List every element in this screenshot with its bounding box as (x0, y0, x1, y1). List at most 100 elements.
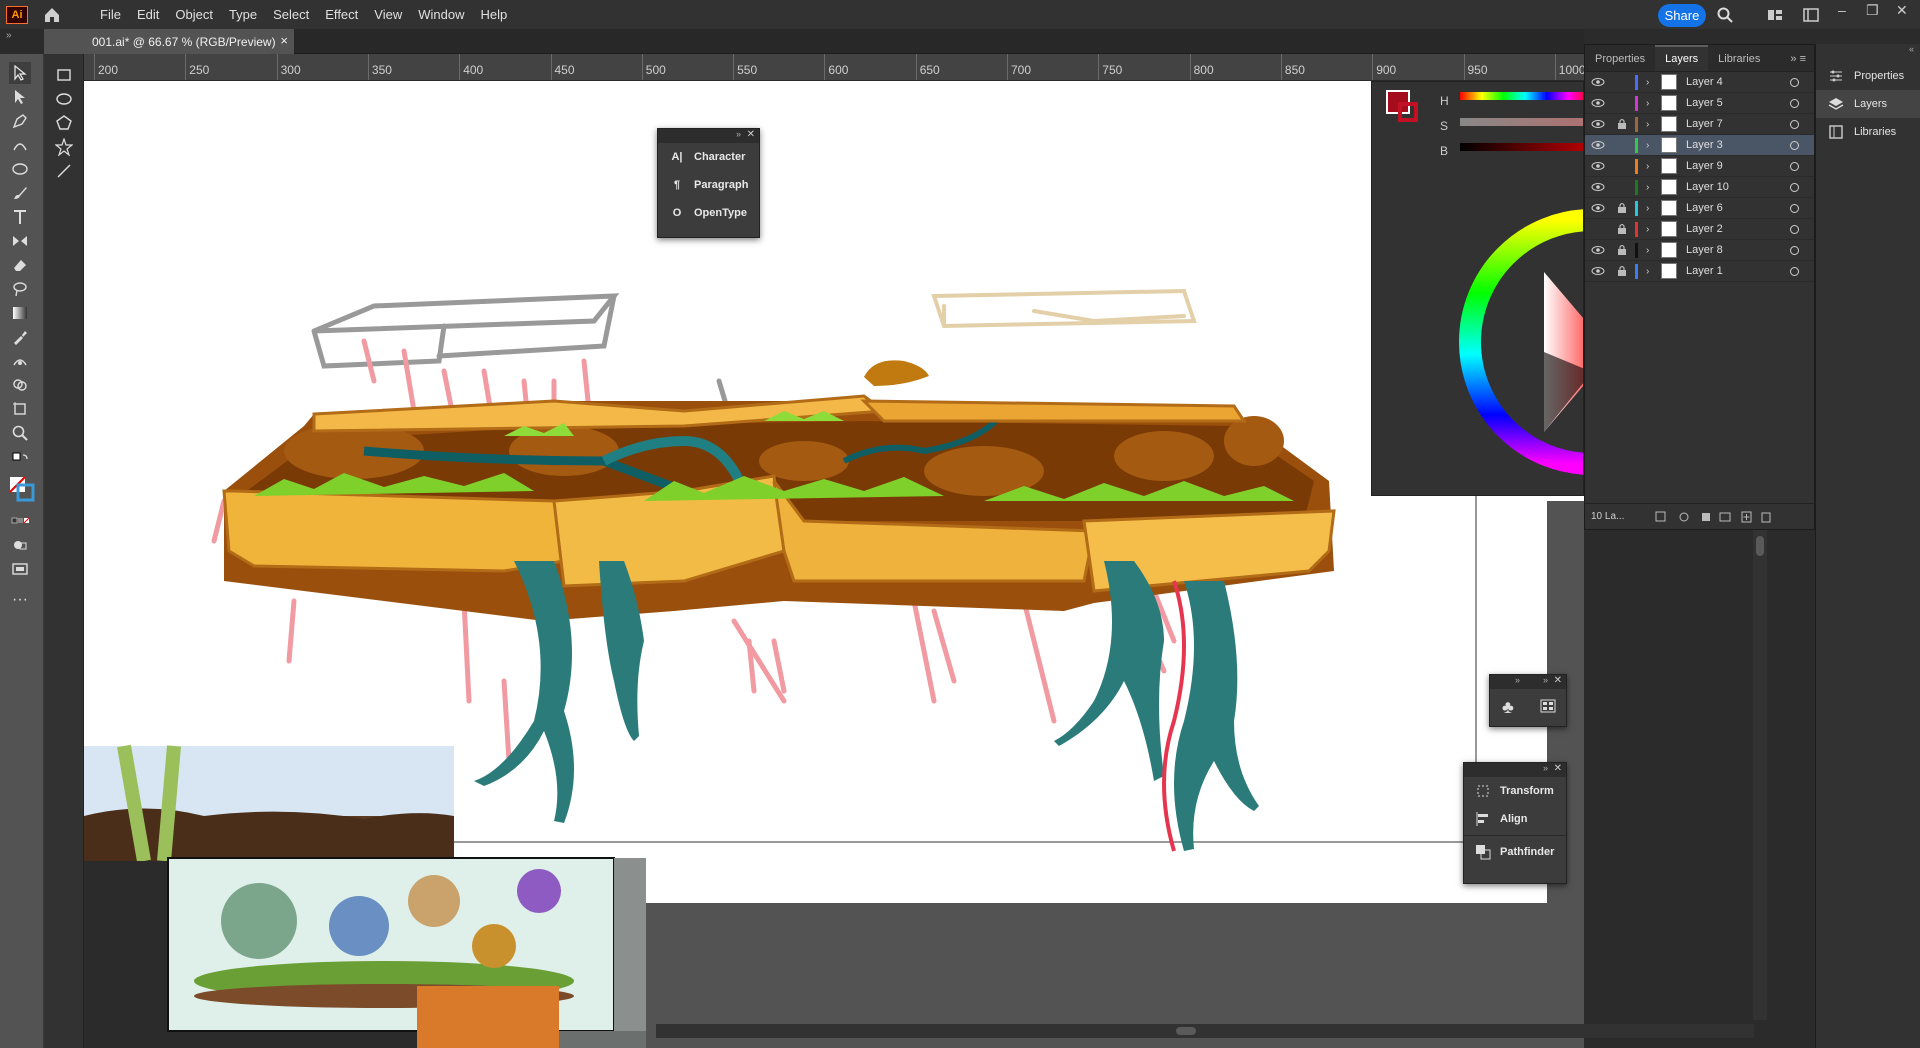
screen-mode-icon[interactable] (9, 558, 31, 580)
character-panel-button[interactable]: A| Character (658, 143, 759, 171)
home-icon[interactable] (42, 5, 62, 25)
collapse-icon[interactable]: » (1543, 763, 1548, 773)
lock-toggle-placeholder[interactable] (1617, 181, 1627, 193)
transform-panel-button[interactable]: Transform (1464, 777, 1566, 805)
lock-icon[interactable] (1617, 244, 1627, 256)
reflect-tool-icon[interactable] (9, 230, 31, 252)
lock-toggle-placeholder[interactable] (1617, 97, 1627, 109)
lock-toggle-placeholder[interactable] (1617, 139, 1627, 151)
symbols-mini-panel-header[interactable]: » » ✕ (1490, 675, 1566, 689)
menu-effect[interactable]: Effect (317, 0, 366, 29)
expand-chevron-icon[interactable]: › (1646, 182, 1649, 193)
blend-tool-icon[interactable] (9, 350, 31, 372)
menu-file[interactable]: File (92, 0, 129, 29)
visibility-eye-icon[interactable] (1591, 244, 1605, 256)
minimize-icon[interactable]: – (1838, 2, 1846, 18)
menu-type[interactable]: Type (221, 0, 265, 29)
workspace-switcher-icon[interactable] (1766, 6, 1784, 24)
share-button[interactable]: Share (1658, 4, 1706, 27)
fill-stroke-swatch-icon[interactable] (9, 476, 35, 502)
pathfinder-panel-button[interactable]: Pathfinder (1464, 838, 1566, 866)
target-circle-icon[interactable] (1790, 183, 1799, 192)
expand-chevron-icon[interactable]: › (1646, 224, 1649, 235)
layer-row[interactable]: › Layer 5 (1585, 93, 1814, 114)
curvature-tool-icon[interactable] (9, 134, 31, 156)
tab-layers[interactable]: Layers (1655, 45, 1709, 71)
vertical-scroll-thumb[interactable] (1756, 536, 1764, 556)
restore-icon[interactable]: ❐ (1866, 2, 1879, 19)
target-circle-icon[interactable] (1790, 120, 1799, 129)
expand-chevron-icon[interactable]: › (1646, 161, 1649, 172)
layer-actions-icons[interactable] (1654, 510, 1774, 524)
shape-builder-tool-icon[interactable] (9, 374, 31, 396)
gradient-tool-icon[interactable] (9, 302, 31, 324)
search-icon[interactable] (1716, 6, 1734, 24)
close-icon[interactable]: ✕ (747, 129, 755, 140)
arrange-documents-icon[interactable] (1802, 6, 1820, 24)
stroke-color-swatch[interactable] (1398, 102, 1418, 122)
align-panel-button[interactable]: Align (1464, 805, 1566, 833)
swap-fill-stroke-icon[interactable] (9, 449, 31, 471)
eraser-tool-icon[interactable] (9, 254, 31, 276)
visibility-eye-icon[interactable] (1591, 181, 1605, 193)
type-tool-icon[interactable] (9, 206, 31, 228)
eyedropper-tool-icon[interactable] (9, 326, 31, 348)
lasso-tool-icon[interactable] (9, 278, 31, 300)
target-circle-icon[interactable] (1790, 267, 1799, 276)
expand-chevron-icon[interactable]: › (1646, 245, 1649, 256)
visibility-eye-icon[interactable] (1591, 265, 1605, 277)
zoom-tool-icon[interactable] (9, 422, 31, 444)
more-tools-icon[interactable]: ··· (9, 589, 31, 611)
expand-chevron-icon[interactable]: › (1646, 203, 1649, 214)
lock-icon[interactable] (1617, 223, 1627, 235)
transform-panel-header[interactable]: » ✕ (1464, 763, 1566, 777)
visibility-eye-icon[interactable] (1591, 202, 1605, 214)
layer-row[interactable]: › Layer 1 (1585, 261, 1814, 282)
lock-icon[interactable] (1617, 202, 1627, 214)
menu-object[interactable]: Object (167, 0, 221, 29)
lock-icon[interactable] (1617, 118, 1627, 130)
expand-chevron-icon[interactable]: › (1646, 140, 1649, 151)
collapse-dock-icon[interactable]: « (1816, 44, 1920, 54)
panel-menu-icon[interactable]: » ≡ (1790, 47, 1806, 71)
paragraph-panel-button[interactable]: ¶ Paragraph (658, 171, 759, 199)
visibility-eye-icon[interactable] (1591, 118, 1605, 130)
horizontal-scrollbar[interactable] (656, 1024, 1754, 1038)
hue-slider[interactable] (1460, 92, 1583, 100)
document-tab[interactable]: 001.ai* @ 66.67 % (RGB/Preview) × (44, 29, 294, 54)
drawing-modes-icon[interactable] (9, 534, 31, 556)
brightness-slider[interactable] (1460, 143, 1583, 151)
target-circle-icon[interactable] (1790, 225, 1799, 234)
star-tool-icon[interactable] (53, 136, 75, 158)
target-circle-icon[interactable] (1790, 99, 1799, 108)
type-panel-header[interactable]: » ✕ (658, 129, 759, 143)
polygon-tool-icon[interactable] (53, 112, 75, 134)
visibility-eye-icon[interactable] (1591, 76, 1605, 88)
expand-chevron-icon[interactable]: › (1646, 119, 1649, 130)
paintbrush-tool-icon[interactable] (9, 182, 31, 204)
selection-tool-icon[interactable] (9, 62, 31, 84)
target-circle-icon[interactable] (1790, 162, 1799, 171)
menu-edit[interactable]: Edit (129, 0, 167, 29)
collapse-icon[interactable]: » (1543, 675, 1548, 685)
lock-toggle-placeholder[interactable] (1617, 160, 1627, 172)
vertical-scrollbar[interactable] (1753, 530, 1767, 1020)
saturation-slider[interactable] (1460, 118, 1583, 126)
target-circle-icon[interactable] (1790, 204, 1799, 213)
ellipse-shape-icon[interactable] (53, 88, 75, 110)
line-segment-tool-icon[interactable] (53, 160, 75, 182)
close-tab-icon[interactable]: × (280, 33, 288, 48)
dock-properties[interactable]: Properties (1816, 62, 1920, 90)
menu-select[interactable]: Select (265, 0, 317, 29)
menu-help[interactable]: Help (472, 0, 515, 29)
collapse-icon[interactable]: » (1515, 675, 1520, 685)
target-circle-icon[interactable] (1790, 78, 1799, 87)
close-icon[interactable]: ✕ (1554, 763, 1562, 774)
color-wheel[interactable] (1432, 192, 1584, 492)
canvas-area[interactable]: »✕ A|Character ¶Paragraph OOpenType »✕ »… (84, 81, 1584, 1048)
dock-layers[interactable]: Layers (1816, 90, 1920, 118)
pen-tool-icon[interactable] (9, 110, 31, 132)
symbols-icon[interactable]: ♣ (1502, 697, 1514, 718)
target-circle-icon[interactable] (1790, 246, 1799, 255)
tab-properties[interactable]: Properties (1585, 47, 1655, 71)
